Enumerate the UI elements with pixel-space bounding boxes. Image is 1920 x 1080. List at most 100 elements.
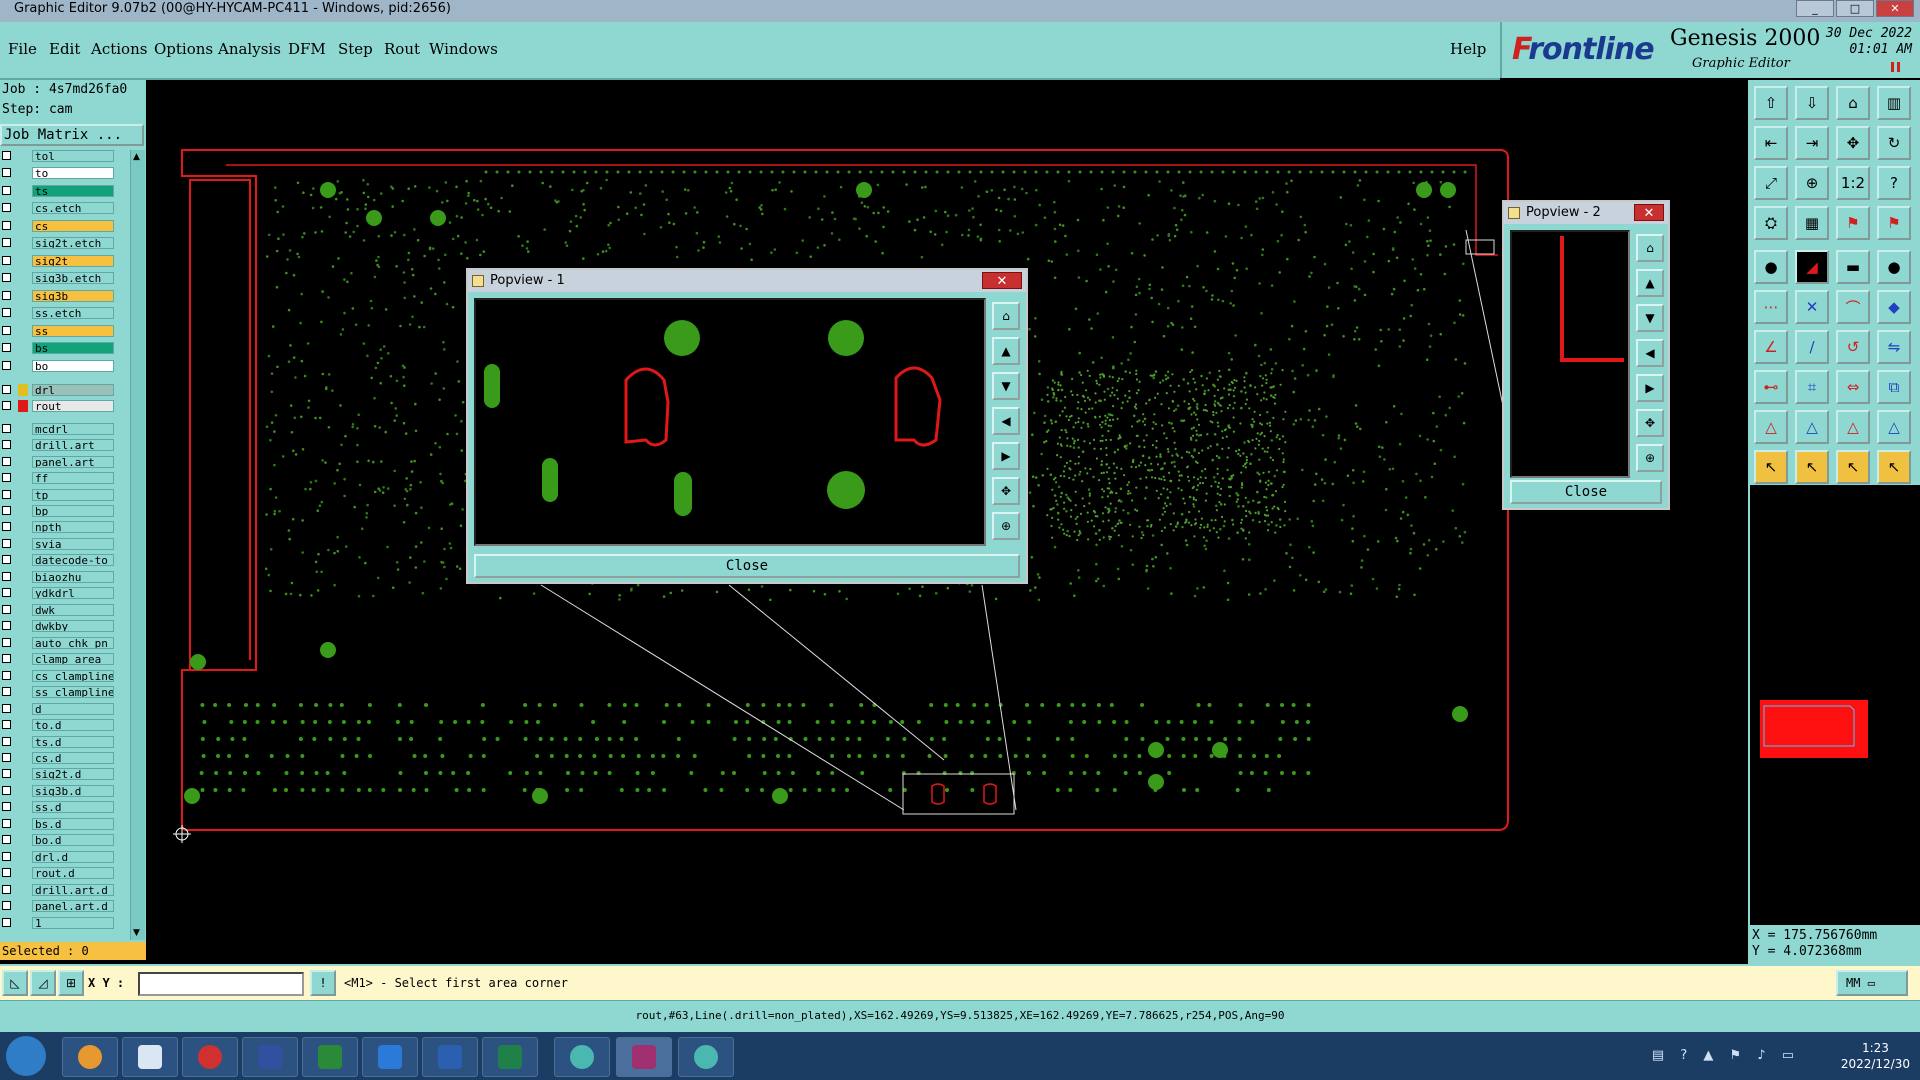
layer-checkbox[interactable] <box>2 326 11 335</box>
a-dark-icon[interactable]: △ <box>1877 410 1911 444</box>
select-net-icon[interactable]: ↖ <box>1877 450 1911 484</box>
popview-2-view[interactable] <box>1510 230 1630 478</box>
menu-file[interactable]: File <box>8 40 37 58</box>
layer-row[interactable]: drill.art <box>0 439 118 452</box>
layer-row[interactable]: drill.art.d <box>0 884 118 897</box>
layer-row[interactable]: ydkdrl <box>0 587 118 600</box>
layer-row[interactable]: rout <box>0 400 118 413</box>
layer-row[interactable]: ss.etch <box>0 307 118 320</box>
overview-minimap[interactable] <box>1760 700 1868 758</box>
zoom-home-icon[interactable]: ⌂ <box>1636 234 1664 262</box>
layer-row[interactable]: sig2t.d <box>0 768 118 781</box>
menu-dfm[interactable]: DFM <box>288 40 326 58</box>
cross-icon[interactable]: ✕ <box>1795 290 1829 324</box>
layer-row[interactable]: 1 <box>0 917 118 930</box>
job-matrix-button[interactable]: Job Matrix ... <box>0 124 144 146</box>
layer-checkbox[interactable] <box>2 273 11 282</box>
layer-checkbox[interactable] <box>2 539 11 548</box>
move-icon[interactable]: ⊷ <box>1754 370 1788 404</box>
popview-1-view[interactable] <box>474 298 986 546</box>
minimize-button[interactable]: _ <box>1796 0 1834 17</box>
layer-row[interactable]: svia <box>0 538 118 551</box>
maximize-button[interactable]: □ <box>1836 0 1874 17</box>
layer-checkbox[interactable] <box>2 385 11 394</box>
layer-row[interactable]: ss.d <box>0 801 118 814</box>
menu-edit[interactable]: Edit <box>49 40 80 58</box>
layer-checkbox[interactable] <box>2 588 11 597</box>
connect-icon[interactable]: ⋯ <box>1754 290 1788 324</box>
layer-checkbox[interactable] <box>2 361 11 370</box>
pan-left-icon[interactable]: ◀ <box>992 407 1020 435</box>
grid-snap-icon[interactable]: ⊞ <box>58 970 84 996</box>
layer-checkbox[interactable] <box>2 769 11 778</box>
menu-analysis[interactable]: Analysis <box>218 40 281 58</box>
layer-checkbox[interactable] <box>2 221 11 230</box>
layer-row[interactable]: d <box>0 703 118 716</box>
copy-icon[interactable]: ⧉ <box>1877 370 1911 404</box>
layer-checkbox[interactable] <box>2 901 11 910</box>
layer-row[interactable]: drl.d <box>0 851 118 864</box>
select-touch-icon[interactable]: ↖ <box>1795 450 1829 484</box>
rotate-icon[interactable]: ↺ <box>1836 330 1870 364</box>
add-line-icon[interactable]: ∠ <box>1754 330 1788 364</box>
layer-row[interactable]: sig3b <box>0 290 118 303</box>
pan-icon[interactable]: ✥ <box>1836 126 1870 160</box>
layer-checkbox[interactable] <box>2 704 11 713</box>
layer-checkbox[interactable] <box>2 868 11 877</box>
layer-checkbox[interactable] <box>2 885 11 894</box>
center-icon[interactable]: ⊕ <box>992 512 1020 540</box>
help-icon[interactable]: ? <box>1877 166 1911 200</box>
layer-row[interactable]: drl <box>0 384 118 397</box>
a-shape-icon[interactable]: △ <box>1795 410 1829 444</box>
layer-checkbox[interactable] <box>2 918 11 927</box>
layer-row[interactable]: to <box>0 167 118 180</box>
popview-1-close-button[interactable]: Close <box>474 554 1020 578</box>
taskbar-app-shell[interactable] <box>62 1037 118 1077</box>
layer-checkbox[interactable] <box>2 819 11 828</box>
circle-icon[interactable]: ● <box>1877 250 1911 284</box>
layer-row[interactable]: sig2t <box>0 255 118 268</box>
select-mode-icon[interactable]: ◺ <box>2 970 28 996</box>
layer-checkbox[interactable] <box>2 638 11 647</box>
layer-row[interactable]: cs <box>0 220 118 233</box>
layer-row[interactable]: bs <box>0 342 118 355</box>
layer-checkbox[interactable] <box>2 802 11 811</box>
taskbar-app-excel[interactable] <box>482 1037 538 1077</box>
a-fill-icon[interactable]: △ <box>1836 410 1870 444</box>
scroll-up-icon[interactable]: ▲ <box>133 152 140 162</box>
layer-row[interactable]: bs.d <box>0 818 118 831</box>
measure-icon[interactable]: ⇔ <box>1836 370 1870 404</box>
select-inside-icon[interactable]: ↖ <box>1836 450 1870 484</box>
layer-checkbox[interactable] <box>2 687 11 696</box>
popview-2-close-icon[interactable]: ✕ <box>1634 204 1664 221</box>
system-tray[interactable]: ▤ ? ▲ ⚑ ♪ ▭ <box>1652 1048 1800 1063</box>
layer-checkbox[interactable] <box>2 473 11 482</box>
line-icon[interactable]: ◢ <box>1795 250 1829 284</box>
layer-checkbox[interactable] <box>2 490 11 499</box>
surface-icon[interactable]: ▬ <box>1836 250 1870 284</box>
pan-left-icon[interactable]: ◀ <box>1636 339 1664 367</box>
layer-checkbox[interactable] <box>2 786 11 795</box>
taskbar-app-genesis-1[interactable] <box>554 1037 610 1077</box>
layer-checkbox[interactable] <box>2 852 11 861</box>
layer-row[interactable]: bo <box>0 360 118 373</box>
taskbar-app-x[interactable] <box>616 1037 672 1077</box>
split-icon[interactable]: ▥ <box>1877 86 1911 120</box>
layer-row[interactable]: cs.d <box>0 752 118 765</box>
taskbar-app-green[interactable] <box>302 1037 358 1077</box>
select-icon[interactable]: ↖ <box>1754 450 1788 484</box>
layer-row[interactable]: ts.d <box>0 736 118 749</box>
triangle-icon[interactable]: △ <box>1754 410 1788 444</box>
layer-checkbox[interactable] <box>2 654 11 663</box>
layer-row[interactable]: tp <box>0 489 118 502</box>
popview-1-close-icon[interactable]: ✕ <box>982 272 1022 289</box>
layer-checkbox[interactable] <box>2 671 11 680</box>
layer-checkbox[interactable] <box>2 555 11 564</box>
layer-checkbox[interactable] <box>2 308 11 317</box>
snap-icon[interactable]: ▦ <box>1795 206 1829 240</box>
zoom-home-icon[interactable]: ⌂ <box>992 302 1020 330</box>
draw-mode-icon[interactable]: ◿ <box>30 970 56 996</box>
layer-list-scrollbar[interactable]: ▲ ▼ <box>130 150 145 940</box>
layer-checkbox[interactable] <box>2 440 11 449</box>
arc-icon[interactable]: ⌒ <box>1836 290 1870 324</box>
